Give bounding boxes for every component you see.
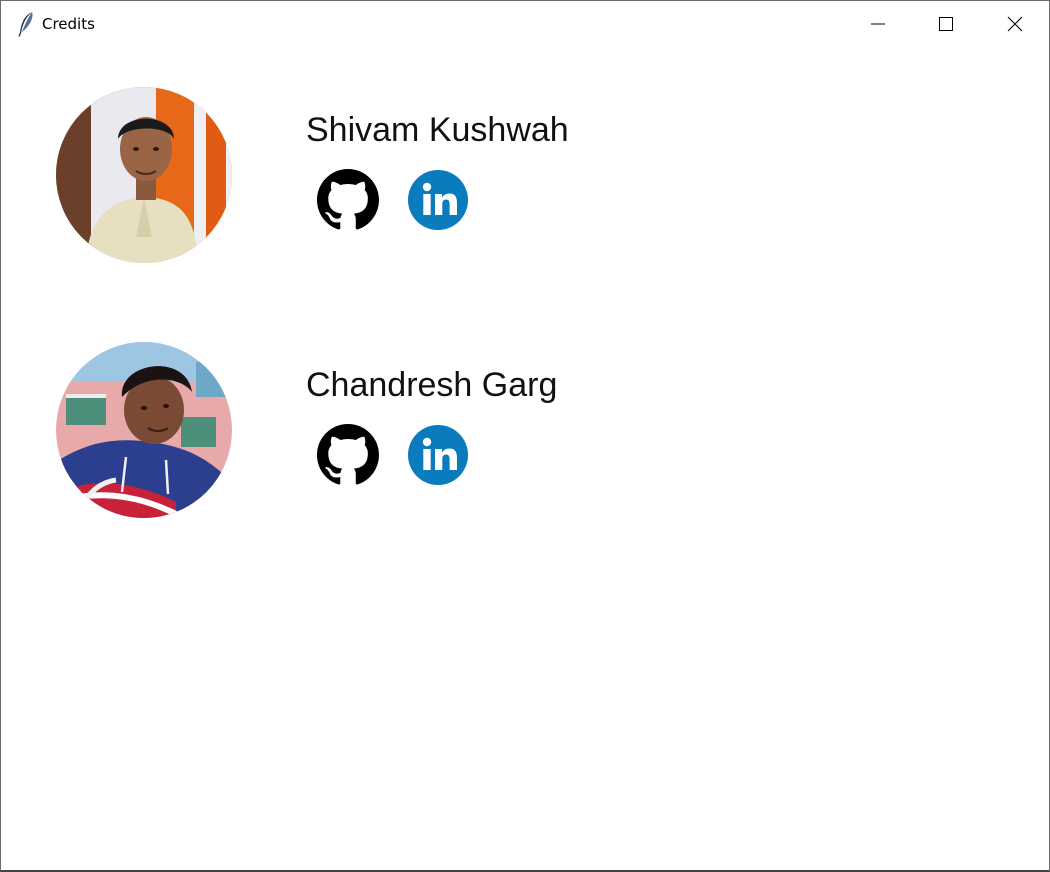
credits-window: Credits Shivam Kushwah Chandresh Garg: [0, 0, 1050, 872]
profile-photo: [56, 342, 232, 518]
maximize-icon: [939, 17, 953, 31]
close-icon: [1007, 16, 1023, 32]
person-name: Shivam Kushwah: [306, 111, 569, 149]
github-icon: [317, 424, 379, 485]
linkedin-icon: [408, 170, 468, 230]
title-bar[interactable]: Credits: [1, 1, 1049, 47]
maximize-button[interactable]: [912, 1, 980, 47]
linkedin-link[interactable]: [407, 169, 469, 231]
linkedin-link[interactable]: [407, 424, 469, 486]
github-link[interactable]: [317, 424, 379, 486]
minimize-icon: [871, 23, 885, 25]
github-icon: [317, 169, 379, 230]
linkedin-icon: [408, 425, 468, 485]
profile-photo: [56, 87, 232, 263]
feather-icon: [18, 12, 33, 37]
minimize-button[interactable]: [844, 1, 912, 47]
person-name: Chandresh Garg: [306, 366, 558, 404]
window-title: Credits: [42, 15, 95, 33]
credit-entry: Shivam Kushwah: [1, 87, 1049, 267]
close-button[interactable]: [981, 1, 1049, 47]
avatar: [56, 87, 232, 263]
avatar: [56, 342, 232, 518]
github-link[interactable]: [317, 169, 379, 231]
credit-entry: Chandresh Garg: [1, 342, 1049, 522]
